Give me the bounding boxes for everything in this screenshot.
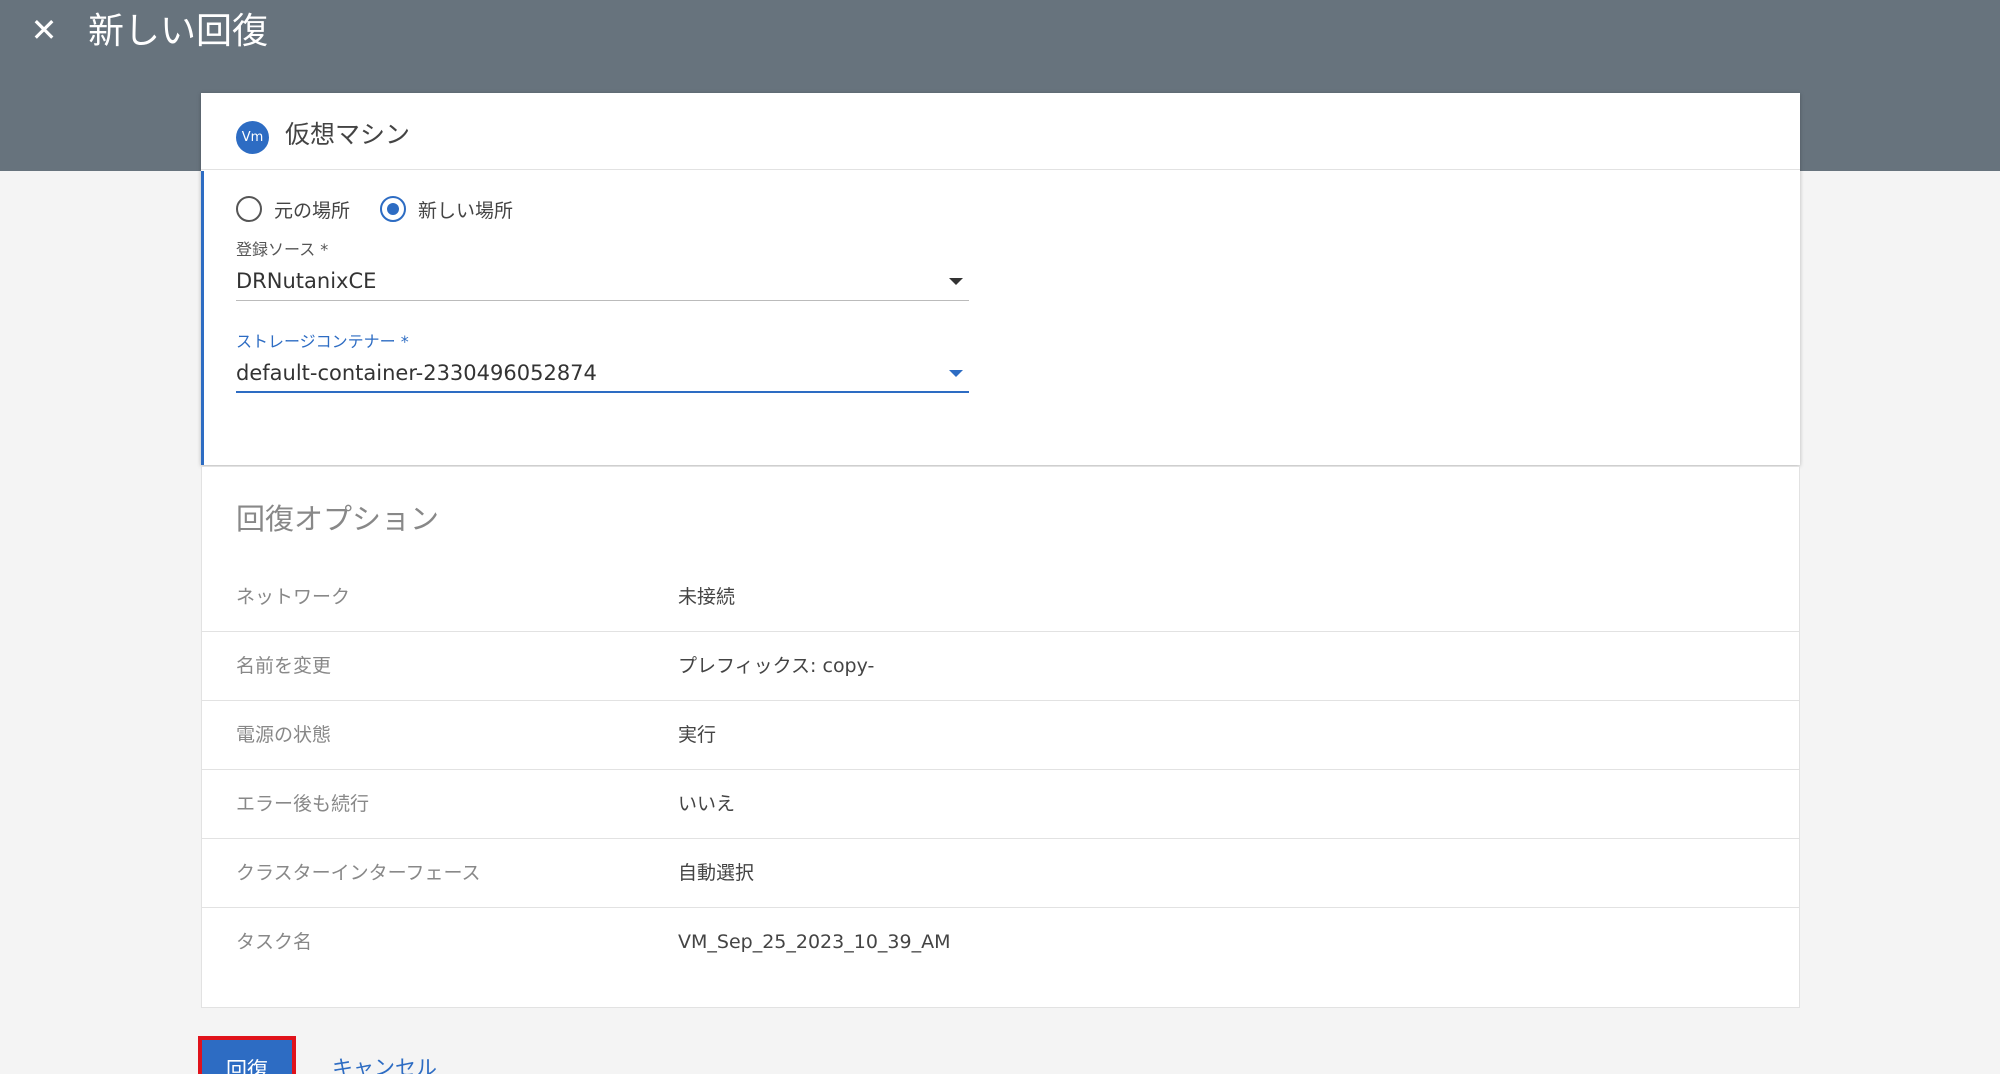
storage-container-value: default-container-2330496052874 bbox=[236, 361, 597, 385]
option-row-continue-on-error: エラー後も続行 いいえ bbox=[202, 770, 1799, 839]
vm-card-header: Vm 仮想マシン bbox=[201, 93, 1800, 170]
option-key: 電源の状態 bbox=[236, 724, 332, 746]
option-key: エラー後も続行 bbox=[236, 793, 370, 815]
option-key: ネットワーク bbox=[236, 586, 351, 608]
action-bar: 回復 キャンセル bbox=[198, 1036, 498, 1074]
recover-button[interactable]: 回復 bbox=[198, 1036, 296, 1074]
registration-source-field: 登録ソース * DRNutanixCE bbox=[236, 239, 969, 301]
chevron-down-icon bbox=[949, 278, 963, 285]
storage-container-field: ストレージコンテナー * default-container-233049605… bbox=[236, 331, 969, 393]
chevron-down-icon bbox=[949, 370, 963, 377]
registration-source-select[interactable]: DRNutanixCE bbox=[236, 261, 969, 301]
option-value: 実行 bbox=[678, 724, 717, 746]
recovery-options-title: 回復オプション bbox=[236, 502, 440, 536]
vm-card-body: 元の場所 新しい場所 登録ソース * DRNutanixCE ストレージコンテナ… bbox=[201, 171, 1800, 465]
option-value: 自動選択 bbox=[678, 862, 755, 884]
option-value: いいえ bbox=[678, 793, 736, 815]
page-title: 新しい回復 bbox=[88, 11, 269, 52]
option-row-cluster-interface: クラスターインターフェース 自動選択 bbox=[202, 839, 1799, 908]
vm-card-title: 仮想マシン bbox=[285, 120, 411, 149]
option-value: 未接続 bbox=[678, 586, 736, 608]
option-key: 名前を変更 bbox=[236, 655, 332, 677]
option-key: タスク名 bbox=[236, 931, 313, 953]
option-row-power-state: 電源の状態 実行 bbox=[202, 701, 1799, 770]
registration-source-value: DRNutanixCE bbox=[236, 269, 377, 293]
location-radio-group: 元の場所 新しい場所 bbox=[236, 191, 543, 227]
storage-container-select[interactable]: default-container-2330496052874 bbox=[236, 353, 969, 393]
radio-label: 元の場所 bbox=[274, 199, 351, 222]
radio-new-location[interactable]: 新しい場所 bbox=[380, 196, 513, 223]
option-key: クラスターインターフェース bbox=[236, 862, 481, 884]
close-icon[interactable]: ✕ bbox=[26, 12, 62, 48]
radio-label: 新しい場所 bbox=[418, 199, 514, 222]
vm-icon: Vm bbox=[236, 121, 269, 154]
option-row-rename: 名前を変更 プレフィックス: copy- bbox=[202, 632, 1799, 701]
registration-source-label: 登録ソース * bbox=[236, 240, 329, 259]
option-row-task-name: タスク名 VM_Sep_25_2023_10_39_AM bbox=[202, 908, 1799, 977]
cancel-link[interactable]: キャンセル bbox=[332, 1052, 437, 1074]
radio-unchecked-icon bbox=[236, 196, 262, 222]
option-value: VM_Sep_25_2023_10_39_AM bbox=[678, 931, 951, 953]
radio-checked-icon bbox=[380, 196, 407, 222]
option-value: プレフィックス: copy- bbox=[678, 655, 875, 677]
vm-card: Vm 仮想マシン 元の場所 新しい場所 登録ソース * DRNutanixCE … bbox=[201, 93, 1800, 465]
option-row-network: ネットワーク 未接続 bbox=[202, 563, 1799, 632]
recovery-options-card: 回復オプション ネットワーク 未接続 名前を変更 プレフィックス: copy- … bbox=[201, 466, 1800, 1008]
storage-container-label: ストレージコンテナー * bbox=[236, 332, 409, 351]
radio-original-location[interactable]: 元の場所 bbox=[236, 196, 350, 223]
